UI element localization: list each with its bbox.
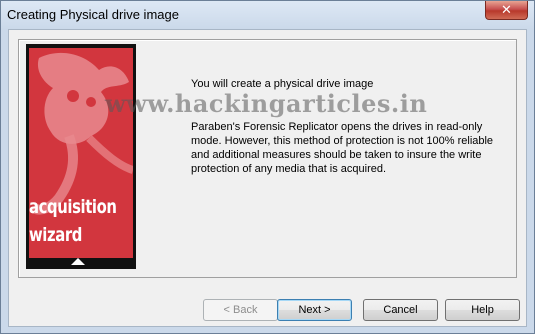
dialog-client-area: acquisition wizard You will create a phy… xyxy=(8,29,527,327)
wizard-description: Paraben's Forensic Replicator opens the … xyxy=(191,121,494,175)
help-button[interactable]: Help xyxy=(445,299,520,321)
next-button[interactable]: Next > xyxy=(277,299,352,321)
content-panel: acquisition wizard You will create a phy… xyxy=(18,39,517,278)
cancel-button[interactable]: Cancel xyxy=(363,299,438,321)
close-button[interactable]: ✕ xyxy=(485,1,528,20)
wizard-image-line2: wizard xyxy=(29,224,82,246)
wizard-image-line1: acquisition xyxy=(29,196,117,218)
pointer-triangle-icon xyxy=(71,258,85,265)
close-icon: ✕ xyxy=(501,2,512,18)
acquisition-wizard-image: acquisition wizard xyxy=(26,44,136,269)
wizard-image-background: acquisition wizard xyxy=(29,48,133,258)
window-title: Creating Physical drive image xyxy=(7,7,179,22)
title-bar[interactable]: Creating Physical drive image ✕ xyxy=(1,1,534,29)
back-button[interactable]: < Back xyxy=(203,299,278,321)
watermark: www.hackingarticles.in xyxy=(105,89,428,118)
wizard-window: Creating Physical drive image ✕ acquisit… xyxy=(0,0,535,334)
